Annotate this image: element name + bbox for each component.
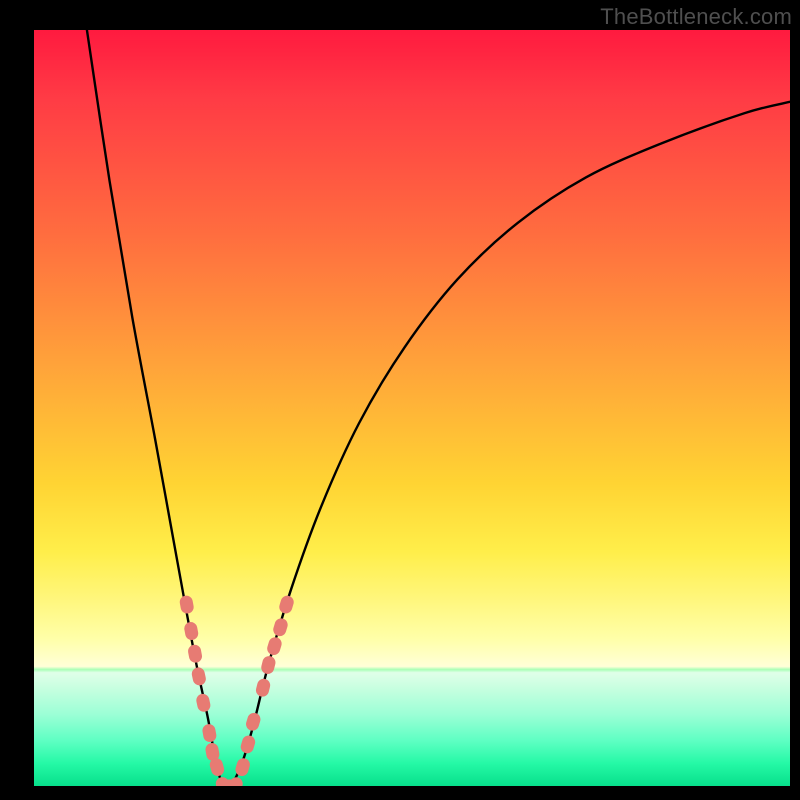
marker-capsule bbox=[195, 693, 211, 713]
watermark-text: TheBottleneck.com bbox=[600, 4, 792, 30]
marker-capsule bbox=[266, 636, 284, 657]
marker-capsule bbox=[278, 594, 296, 615]
marker-capsule bbox=[239, 734, 257, 755]
bottleneck-curve-svg bbox=[34, 30, 790, 786]
marker-capsule bbox=[260, 655, 277, 676]
marker-group bbox=[179, 594, 296, 786]
marker-capsule bbox=[255, 677, 272, 698]
marker-capsule bbox=[183, 621, 199, 641]
marker-capsule bbox=[179, 595, 195, 615]
marker-capsule bbox=[191, 666, 207, 686]
plot-area bbox=[34, 30, 790, 786]
chart-frame: TheBottleneck.com bbox=[0, 0, 800, 800]
marker-capsule bbox=[187, 644, 203, 664]
marker-capsule bbox=[201, 723, 217, 743]
marker-capsule bbox=[244, 711, 262, 732]
marker-capsule bbox=[272, 617, 290, 638]
